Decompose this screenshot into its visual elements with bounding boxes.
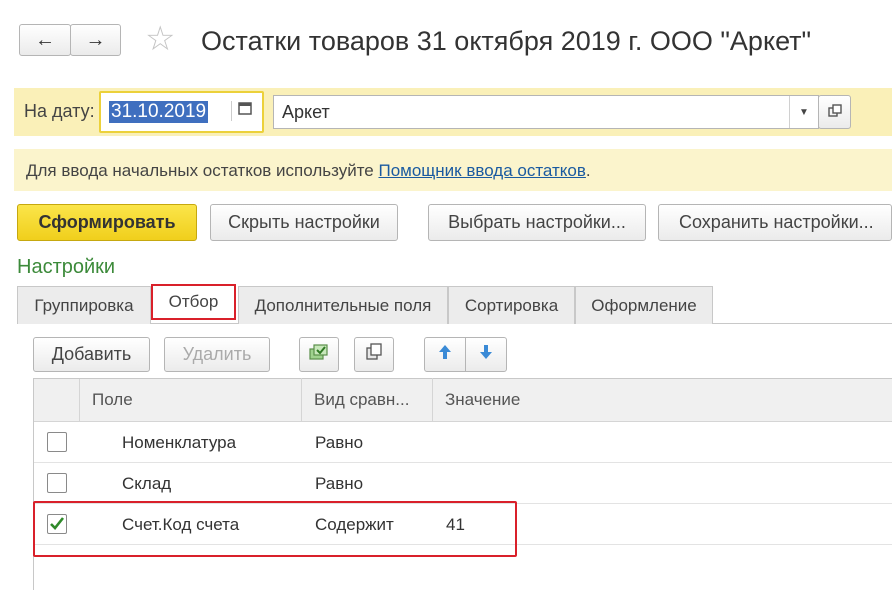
dropdown-icon[interactable]: ▼: [789, 96, 818, 128]
date-value: 31.10.2019: [109, 101, 209, 123]
hide-settings-button[interactable]: Скрыть настройки: [210, 204, 398, 241]
row-checkbox[interactable]: [47, 473, 67, 493]
move-up-button[interactable]: [424, 337, 466, 372]
add-button[interactable]: Добавить: [33, 337, 150, 372]
info-text: Для ввода начальных остатков используйте: [26, 161, 379, 180]
column-header-value[interactable]: Значение: [433, 378, 733, 422]
save-settings-button[interactable]: Сохранить настройки...: [658, 204, 892, 241]
tab-filter[interactable]: Отбор: [151, 284, 236, 320]
row-checkbox[interactable]: [47, 432, 67, 452]
header-check-column: [34, 379, 80, 422]
arrow-down-icon: [478, 343, 494, 366]
info-message: Для ввода начальных остатков используйте…: [26, 161, 591, 181]
page-title: Остатки товаров 31 октября 2019 г. ООО "…: [201, 26, 812, 56]
star-icon[interactable]: ☆: [145, 22, 175, 56]
delete-button[interactable]: Удалить: [164, 337, 270, 372]
group-conditions-button[interactable]: [299, 337, 339, 372]
tab-appearance[interactable]: Оформление: [575, 286, 713, 324]
arrow-right-icon: →: [85, 28, 106, 51]
forward-button[interactable]: →: [70, 24, 121, 56]
row-field: Номенклатура: [122, 433, 237, 452]
row-field: Склад: [122, 474, 172, 493]
move-down-button[interactable]: [465, 337, 507, 372]
row-compare: Равно: [315, 474, 364, 493]
helper-link[interactable]: Помощник ввода остатков: [378, 161, 585, 180]
copy-icon: [364, 342, 384, 367]
company-value: Аркет: [282, 102, 330, 122]
tab-grouping[interactable]: Группировка: [17, 286, 151, 324]
column-header-field[interactable]: Поле: [80, 378, 302, 422]
copy-button[interactable]: [354, 337, 394, 372]
open-icon: [827, 102, 842, 123]
choose-settings-button[interactable]: Выбрать настройки...: [428, 204, 646, 241]
open-company-button[interactable]: [818, 95, 851, 129]
info-tail: .: [585, 161, 591, 180]
calendar-icon[interactable]: [231, 101, 256, 121]
arrow-up-icon: [437, 343, 453, 366]
company-field[interactable]: Аркет ▼: [273, 95, 819, 129]
date-field[interactable]: 31.10.2019: [99, 91, 264, 133]
highlight-frame: [33, 501, 517, 557]
generate-button[interactable]: Сформировать: [17, 204, 197, 241]
tab-extra-fields[interactable]: Дополнительные поля: [238, 286, 448, 324]
settings-title: Настройки: [17, 256, 116, 278]
row-compare: Равно: [315, 433, 364, 452]
group-icon: [308, 342, 330, 367]
date-label: На дату:: [24, 101, 95, 121]
back-button[interactable]: ←: [19, 24, 71, 56]
column-header-compare[interactable]: Вид сравн...: [302, 378, 433, 422]
tab-sorting[interactable]: Сортировка: [448, 286, 575, 324]
arrow-left-icon: ←: [35, 28, 55, 51]
